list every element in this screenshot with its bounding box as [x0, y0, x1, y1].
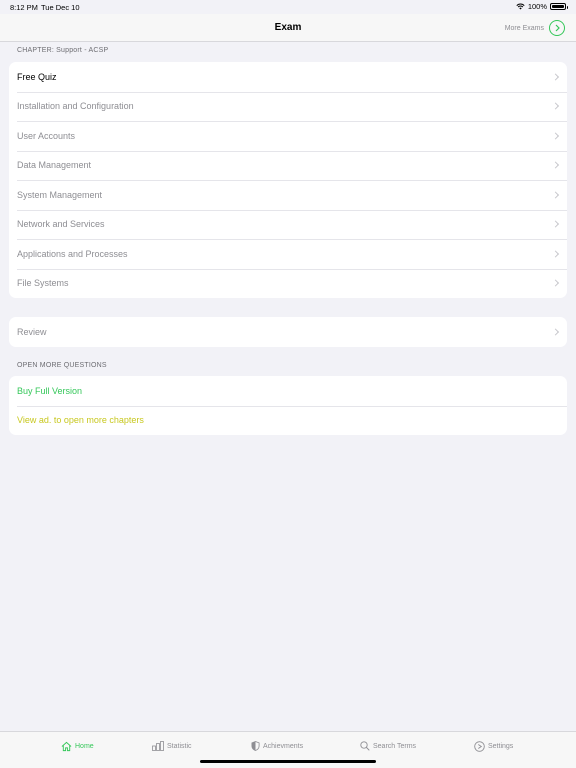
navigation-bar: Exam More Exams — [0, 14, 576, 42]
house-icon — [61, 741, 72, 752]
tab-label: Settings — [488, 743, 514, 750]
more-exams-button[interactable]: More Exams — [505, 20, 565, 36]
list-item-system-management[interactable]: System Management — [9, 180, 567, 210]
status-indicators: 100% — [516, 2, 568, 11]
list-item-label: Free Quiz — [17, 71, 57, 82]
list-item-label: Network and Services — [17, 219, 105, 230]
list-item-data-management[interactable]: Data Management — [9, 150, 567, 181]
review-list: Review — [9, 317, 567, 347]
list-item-free-quiz[interactable]: Free Quiz — [9, 62, 567, 92]
battery-icon — [550, 3, 568, 10]
magnifier-icon — [360, 741, 370, 751]
tab-statistic[interactable]: Statistic — [152, 741, 192, 751]
more-exams-label: More Exams — [504, 24, 544, 32]
chevron-right-icon — [551, 328, 560, 336]
tab-label: Search Terms — [373, 742, 417, 750]
bar-chart-icon — [152, 741, 164, 751]
list-item-label: Installation and Configuration — [17, 101, 134, 112]
buy-full-version-button[interactable]: Buy Full Version — [9, 376, 567, 406]
chevron-right-circle-icon — [549, 20, 565, 36]
chevron-right-icon — [551, 220, 560, 228]
list-item-label: Review — [17, 326, 47, 337]
chevron-right-icon — [551, 102, 560, 110]
open-more-section-header: OPEN MORE QUESTIONS — [17, 362, 107, 369]
status-bar: 8:12 PM Tue Dec 10 100% — [0, 0, 576, 14]
tab-settings[interactable]: Settings — [474, 741, 513, 752]
list-item-label: Applications and Processes — [17, 248, 128, 259]
list-item-installation[interactable]: Installation and Configuration — [9, 91, 567, 122]
shield-icon — [251, 741, 260, 751]
list-item-label: User Accounts — [17, 130, 76, 141]
tab-search-terms[interactable]: Search Terms — [360, 741, 416, 751]
list-item-label: System Management — [17, 189, 103, 200]
battery-percent: 100% — [527, 2, 547, 11]
tab-label: Statistic — [167, 742, 192, 750]
chevron-right-icon — [551, 73, 560, 81]
wifi-icon — [516, 3, 525, 10]
page-title: Exam — [274, 22, 302, 33]
play-circle-icon — [474, 741, 485, 752]
status-time: 8:12 PM — [10, 3, 38, 12]
chevron-right-icon — [551, 250, 560, 258]
list-item-label: View ad. to open more chapters — [17, 415, 144, 426]
tab-label: Achievments — [263, 742, 304, 750]
tab-achievments[interactable]: Achievments — [251, 741, 303, 751]
chevron-right-icon — [551, 191, 560, 199]
list-item-review[interactable]: Review — [9, 317, 567, 347]
list-item-label: File Systems — [17, 278, 69, 289]
home-indicator — [200, 760, 376, 763]
chevron-right-icon — [551, 132, 560, 140]
chapter-list: Free Quiz Installation and Configuration… — [9, 62, 567, 298]
open-more-list: Buy Full Version View ad. to open more c… — [9, 376, 567, 435]
list-item-label: Buy Full Version — [17, 385, 83, 396]
chevron-right-icon — [551, 161, 560, 169]
status-date: Tue Dec 10 — [41, 3, 80, 12]
chapter-section-header: CHAPTER: Support - ACSP — [17, 47, 109, 54]
list-item-network-services[interactable]: Network and Services — [9, 209, 567, 240]
list-item-label: Data Management — [17, 160, 92, 171]
list-item-applications-processes[interactable]: Applications and Processes — [9, 239, 567, 269]
view-ad-button[interactable]: View ad. to open more chapters — [9, 405, 567, 436]
list-item-user-accounts[interactable]: User Accounts — [9, 121, 567, 151]
tab-home[interactable]: Home — [61, 741, 94, 752]
chevron-right-icon — [551, 279, 560, 287]
tab-label: Home — [75, 743, 94, 750]
list-item-file-systems[interactable]: File Systems — [9, 268, 567, 299]
